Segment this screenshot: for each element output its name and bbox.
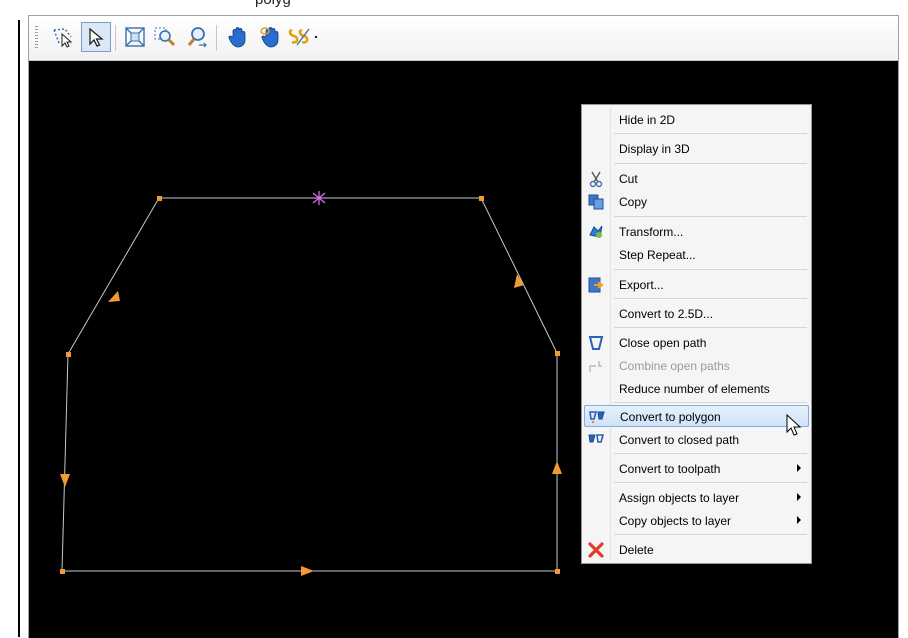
toolbar-separator	[216, 25, 217, 51]
menu-separator	[614, 534, 807, 535]
zoom-dynamic-button[interactable]	[182, 22, 212, 52]
menu-item-label: Cut	[619, 172, 638, 186]
close-path-icon	[588, 336, 604, 350]
menu-item-label: Close open path	[619, 336, 707, 350]
menu-item-label: Combine open paths	[619, 359, 730, 373]
pan-hand-icon	[228, 27, 246, 48]
partial-title: polyg	[255, 0, 291, 8]
menu-item-label: Reduce number of elements	[619, 382, 770, 396]
zoom-dynamic-icon	[187, 27, 207, 48]
pan-3d-hand-icon	[260, 27, 279, 48]
menu-item-convert-polygon[interactable]: Convert to polygon	[584, 405, 809, 427]
zoom-extents-icon	[125, 27, 145, 47]
copy-icon	[588, 194, 604, 210]
direction-arrow	[552, 461, 562, 474]
pan-3d-button[interactable]	[256, 22, 286, 52]
menu-item-label: Convert to 2.5D...	[619, 307, 714, 321]
snap-options-icon	[288, 28, 318, 46]
menu-item-export[interactable]: Export...	[584, 274, 809, 296]
menu-item-convert-closed-path[interactable]: Convert to closed path	[584, 429, 809, 451]
menu-item-label: Convert to closed path	[619, 433, 740, 447]
convert-polygon-icon	[589, 411, 605, 424]
menu-item-copy[interactable]: Copy	[584, 191, 809, 213]
direction-arrow	[301, 566, 314, 576]
path-node[interactable]	[157, 196, 162, 201]
path-node[interactable]	[60, 569, 65, 574]
submenu-arrow-icon	[797, 516, 801, 524]
toolbar-separator	[115, 25, 116, 51]
submenu-arrow-icon	[797, 464, 801, 472]
menu-item-label: Copy	[619, 195, 648, 209]
lasso-select-icon	[53, 28, 73, 48]
closed-path[interactable]	[61, 197, 558, 572]
menu-item-label: Copy objects to layer	[619, 514, 732, 528]
zoom-extents-button[interactable]	[120, 22, 150, 52]
path-node[interactable]	[555, 569, 560, 574]
menu-item-label: Export...	[619, 278, 664, 292]
export-icon	[588, 277, 604, 293]
menu-separator	[614, 298, 807, 299]
toolbar-grip[interactable]	[35, 26, 38, 50]
pan-button[interactable]	[223, 22, 253, 52]
menu-item-label: Display in 3D	[619, 142, 690, 156]
menu-item-copy-layer[interactable]: Copy objects to layer	[584, 510, 809, 532]
scissors-icon	[589, 171, 603, 188]
zoom-window-button[interactable]	[150, 22, 180, 52]
select-arrow-icon	[89, 27, 104, 47]
transform-icon	[589, 225, 603, 238]
mouse-cursor-icon	[786, 414, 802, 436]
menu-item-label: Transform...	[619, 225, 684, 239]
menu-separator	[614, 327, 807, 328]
menu-item-hide-2d[interactable]: Hide in 2D	[584, 109, 809, 131]
menu-item-label: Assign objects to layer	[619, 491, 740, 505]
menu-item-label: Convert to polygon	[620, 410, 721, 424]
zoom-window-icon	[154, 27, 176, 47]
menu-item-assign-layer[interactable]: Assign objects to layer	[584, 487, 809, 509]
menu-separator	[614, 269, 807, 270]
convert-closed-path-icon	[588, 434, 605, 443]
menu-item-delete[interactable]: Delete	[584, 539, 809, 561]
context-menu: Hide in 2D Display in 3D Cut Copy Transf…	[581, 104, 812, 564]
menu-item-label: Convert to toolpath	[619, 462, 721, 476]
menu-item-convert-25d[interactable]: Convert to 2.5D...	[584, 303, 809, 325]
menu-item-close-open-path[interactable]: Close open path	[584, 332, 809, 354]
start-point-marker	[312, 191, 326, 205]
menu-separator	[614, 163, 807, 164]
direction-arrow	[108, 291, 120, 302]
path-node[interactable]	[479, 196, 484, 201]
menu-item-label: Step Repeat...	[619, 248, 696, 262]
submenu-arrow-icon	[797, 493, 801, 501]
lasso-select-button[interactable]	[48, 22, 78, 52]
menu-item-transform[interactable]: Transform...	[584, 221, 809, 243]
delete-icon	[588, 542, 604, 558]
menu-item-display-3d[interactable]: Display in 3D	[584, 138, 809, 160]
menu-item-label: Delete	[619, 543, 654, 557]
menu-separator	[614, 133, 807, 134]
path-node[interactable]	[555, 351, 560, 356]
menu-item-convert-toolpath[interactable]: Convert to toolpath	[584, 458, 809, 480]
menu-item-label: Hide in 2D	[619, 113, 676, 127]
menu-separator	[614, 453, 807, 454]
menu-separator	[614, 216, 807, 217]
menu-item-cut[interactable]: Cut	[584, 168, 809, 190]
left-edge-border	[18, 20, 20, 637]
menu-separator	[614, 402, 807, 403]
menu-separator	[614, 482, 807, 483]
combine-paths-icon	[589, 361, 602, 372]
menu-item-combine-open-paths: Combine open paths	[584, 355, 809, 377]
toolbar	[29, 16, 898, 61]
select-button[interactable]	[81, 22, 111, 52]
menu-item-step-repeat[interactable]: Step Repeat...	[584, 244, 809, 266]
snap-options-button[interactable]	[285, 22, 325, 52]
path-node[interactable]	[66, 352, 71, 357]
direction-arrow	[60, 474, 70, 487]
menu-item-reduce-elements[interactable]: Reduce number of elements	[584, 378, 809, 400]
